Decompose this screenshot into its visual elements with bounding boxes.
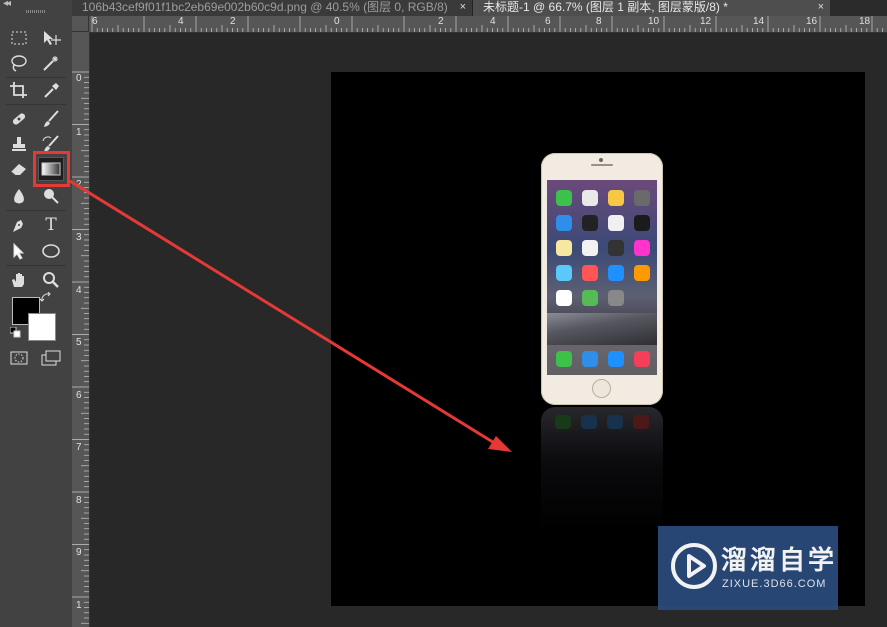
ruler-label: 14 [753,16,765,27]
tab-document-png[interactable]: 106b43cef9f01f1bc2eb69e002b60c9d.png @ 4… [72,0,473,16]
ruler-label: 8 [596,16,602,27]
healing-brush-tool-icon[interactable] [6,107,32,131]
panel-grip[interactable] [26,10,46,13]
ruler-label: 2 [438,16,444,27]
ruler-label: 1 [76,600,82,611]
brush-tool-icon[interactable] [38,107,64,131]
ruler-label: 6 [92,16,98,27]
watermark-logo-icon [671,543,717,589]
phone-status-bar [547,180,657,186]
type-tool-glyph: T [45,215,57,235]
type-tool-icon[interactable]: T [38,213,64,237]
background-color-swatch[interactable] [28,313,56,341]
pen-tool-icon[interactable] [6,213,32,237]
swap-colors-icon[interactable] [38,290,54,306]
watermark-url: ZIXUE.3D66.COM [722,578,827,590]
phone-app-icon [582,290,598,306]
vertical-ruler[interactable]: 0 1 2 3 4 5 6 7 8 9 1 [72,32,90,627]
default-colors-icon[interactable] [8,325,24,341]
phone-dock-icon [582,351,598,367]
ruler-label: 3 [76,232,82,243]
path-selection-tool-icon[interactable] [6,239,32,263]
horizontal-ruler[interactable]: 6 4 2 0 2 4 6 8 10 12 14 16 18 [89,16,887,33]
phone-app-icon [634,215,650,231]
ruler-label: 5 [76,337,82,348]
ruler-label: 0 [334,16,340,27]
phone-app-icon [556,190,572,206]
phone-dock-icon [608,351,624,367]
gradient-tool-highlight-box [33,151,70,187]
ellipse-tool-icon[interactable] [38,239,64,263]
ruler-label: 18 [859,16,871,27]
clone-stamp-tool-icon[interactable] [6,132,32,156]
ruler-label: 10 [648,16,660,27]
ruler-label: 4 [178,16,184,27]
phone-app-icon [556,290,572,306]
tools-panel: ◂◂ T [0,0,73,627]
ruler-label: 7 [76,442,82,453]
ruler-label: 6 [76,390,82,401]
ruler-label: 4 [76,285,82,296]
document-tab-bar: 106b43cef9f01f1bc2eb69e002b60c9d.png @ 4… [72,0,887,16]
ruler-label: 12 [700,16,712,27]
phone-app-icon [556,215,572,231]
phone-app-icon [608,190,624,206]
crop-tool-icon[interactable] [6,78,32,102]
tab-close-icon[interactable]: × [818,0,824,15]
phone-app-icon [608,290,624,306]
zoom-tool-icon[interactable] [38,268,64,292]
iphone-image [541,153,663,405]
phone-home-button [592,379,611,398]
collapse-panel-icon[interactable]: ◂◂ [3,0,11,9]
ruler-label: 16 [806,16,818,27]
ruler-label: 6 [545,16,551,27]
tab-title: 未标题-1 @ 66.7% (图层 1 副本, 图层蒙版/8) * [483,0,728,14]
blur-tool-icon[interactable] [6,184,32,208]
watermark: 溜溜自学 ZIXUE.3D66.COM [658,526,838,610]
phone-app-icon [634,190,650,206]
magic-wand-tool-icon[interactable] [38,51,64,75]
ruler-label: 4 [490,16,496,27]
ruler-label: 9 [76,547,82,558]
phone-app-icon [556,265,572,281]
dodge-tool-icon[interactable] [38,184,64,208]
phone-app-icon [608,265,624,281]
phone-app-icon [582,190,598,206]
ruler-origin-corner[interactable] [72,16,89,32]
screen-mode-icon[interactable] [38,346,64,370]
phone-app-icon [556,240,572,256]
phone-screen [547,180,657,375]
quick-mask-icon[interactable] [6,346,32,370]
ruler-label: 1 [76,127,82,138]
phone-app-icon [608,240,624,256]
rectangular-marquee-tool-icon[interactable] [6,26,32,50]
phone-camera [599,158,603,162]
phone-app-icon [582,215,598,231]
hand-tool-icon[interactable] [6,268,32,292]
phone-reflection [541,407,663,532]
phone-speaker [591,164,613,166]
eraser-tool-icon[interactable] [6,157,32,181]
watermark-name: 溜溜自学 [721,545,838,575]
phone-app-icon [582,240,598,256]
move-tool-icon[interactable] [38,26,64,50]
phone-dock-icon [634,351,650,367]
phone-app-icon [634,265,650,281]
tab-document-untitled[interactable]: 未标题-1 @ 66.7% (图层 1 副本, 图层蒙版/8) * × [473,0,830,16]
phone-app-icon [608,215,624,231]
ruler-label: 2 [230,16,236,27]
phone-dock-icon [556,351,572,367]
phone-wallpaper [547,313,657,345]
ruler-label: 0 [76,73,82,84]
phone-app-icon [634,240,650,256]
ruler-label: 2 [76,179,82,190]
tab-close-icon[interactable]: × [460,0,466,15]
eyedropper-tool-icon[interactable] [38,78,64,102]
lasso-tool-icon[interactable] [6,51,32,75]
tab-title: 106b43cef9f01f1bc2eb69e002b60c9d.png @ 4… [82,0,448,14]
phone-app-icon [582,265,598,281]
ruler-label: 8 [76,495,82,506]
